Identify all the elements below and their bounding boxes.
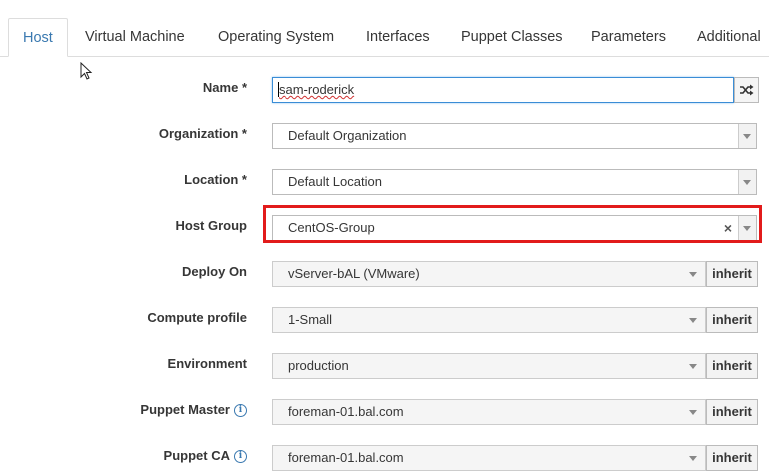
- chevron-down-icon: [743, 180, 751, 185]
- tab-additional[interactable]: Additional: [697, 18, 761, 56]
- chevron-down-icon: [743, 134, 751, 139]
- environment-value: production: [288, 358, 349, 373]
- name-value: sam-roderick: [278, 82, 355, 97]
- puppet-ca-inherit-button[interactable]: inherit: [706, 445, 758, 471]
- host-group-highlight-box: [263, 205, 762, 243]
- puppet-ca-select[interactable]: foreman-01.bal.com: [272, 445, 706, 471]
- environment-inherit-button[interactable]: inherit: [706, 353, 758, 379]
- tab-parameters[interactable]: Parameters: [591, 18, 666, 56]
- location-label: Location *: [184, 172, 247, 187]
- organization-value: Default Organization: [288, 128, 407, 143]
- chevron-down-icon: [689, 318, 697, 323]
- form-row-location: Location * Default Location: [0, 165, 769, 195]
- tab-puppet-classes[interactable]: Puppet Classes: [461, 18, 563, 56]
- location-dropdown-toggle[interactable]: [738, 170, 756, 194]
- name-label: Name *: [202, 80, 247, 95]
- info-icon[interactable]: i: [234, 403, 247, 417]
- tab-virtual-machine[interactable]: Virtual Machine: [85, 18, 185, 56]
- host-group-label: Host Group: [175, 218, 248, 233]
- tab-interfaces[interactable]: Interfaces: [366, 18, 430, 56]
- tab-operating-system[interactable]: Operating System: [218, 18, 334, 56]
- puppet-ca-label: Puppet CA i: [164, 441, 247, 471]
- puppet-master-inherit-button[interactable]: inherit: [706, 399, 758, 425]
- location-value: Default Location: [288, 174, 382, 189]
- organization-dropdown-toggle[interactable]: [738, 124, 756, 148]
- chevron-down-icon: [689, 272, 697, 277]
- tab-bar: Host Virtual Machine Operating System In…: [0, 0, 769, 57]
- organization-label: Organization *: [158, 126, 247, 141]
- form-row-deploy-on: Deploy On vServer-bAL (VMware) inherit: [0, 257, 769, 287]
- deploy-on-value: vServer-bAL (VMware): [288, 266, 420, 281]
- deploy-on-label: Deploy On: [181, 264, 247, 279]
- puppet-ca-value: foreman-01.bal.com: [288, 450, 404, 465]
- organization-select[interactable]: Default Organization: [272, 123, 757, 149]
- shuffle-icon: [739, 84, 753, 96]
- puppet-master-label: Puppet Master i: [140, 395, 247, 425]
- chevron-down-icon: [689, 410, 697, 415]
- tab-host[interactable]: Host: [8, 18, 68, 57]
- chevron-down-icon: [689, 456, 697, 461]
- form-row-organization: Organization * Default Organization: [0, 119, 769, 149]
- form-row-name: Name * sam-roderick: [0, 73, 769, 103]
- form-row-puppet-ca: Puppet CA i foreman-01.bal.com inherit: [0, 441, 769, 471]
- info-icon[interactable]: i: [234, 449, 247, 463]
- form-row-puppet-master: Puppet Master i foreman-01.bal.com inher…: [0, 395, 769, 425]
- form-row-compute-profile: Compute profile 1-Small inherit: [0, 303, 769, 333]
- location-select[interactable]: Default Location: [272, 169, 757, 195]
- compute-profile-select[interactable]: 1-Small: [272, 307, 706, 333]
- randomize-name-button[interactable]: [734, 77, 759, 103]
- compute-profile-label: Compute profile: [147, 310, 247, 325]
- chevron-down-icon: [689, 364, 697, 369]
- environment-label: Environment: [167, 356, 247, 371]
- puppet-master-select[interactable]: foreman-01.bal.com: [272, 399, 706, 425]
- puppet-master-value: foreman-01.bal.com: [288, 404, 404, 419]
- environment-select[interactable]: production: [272, 353, 706, 379]
- form-row-environment: Environment production inherit: [0, 349, 769, 379]
- compute-profile-inherit-button[interactable]: inherit: [706, 307, 758, 333]
- name-input[interactable]: sam-roderick: [272, 77, 734, 103]
- deploy-on-inherit-button[interactable]: inherit: [706, 261, 758, 287]
- deploy-on-select[interactable]: vServer-bAL (VMware): [272, 261, 706, 287]
- compute-profile-value: 1-Small: [288, 312, 333, 327]
